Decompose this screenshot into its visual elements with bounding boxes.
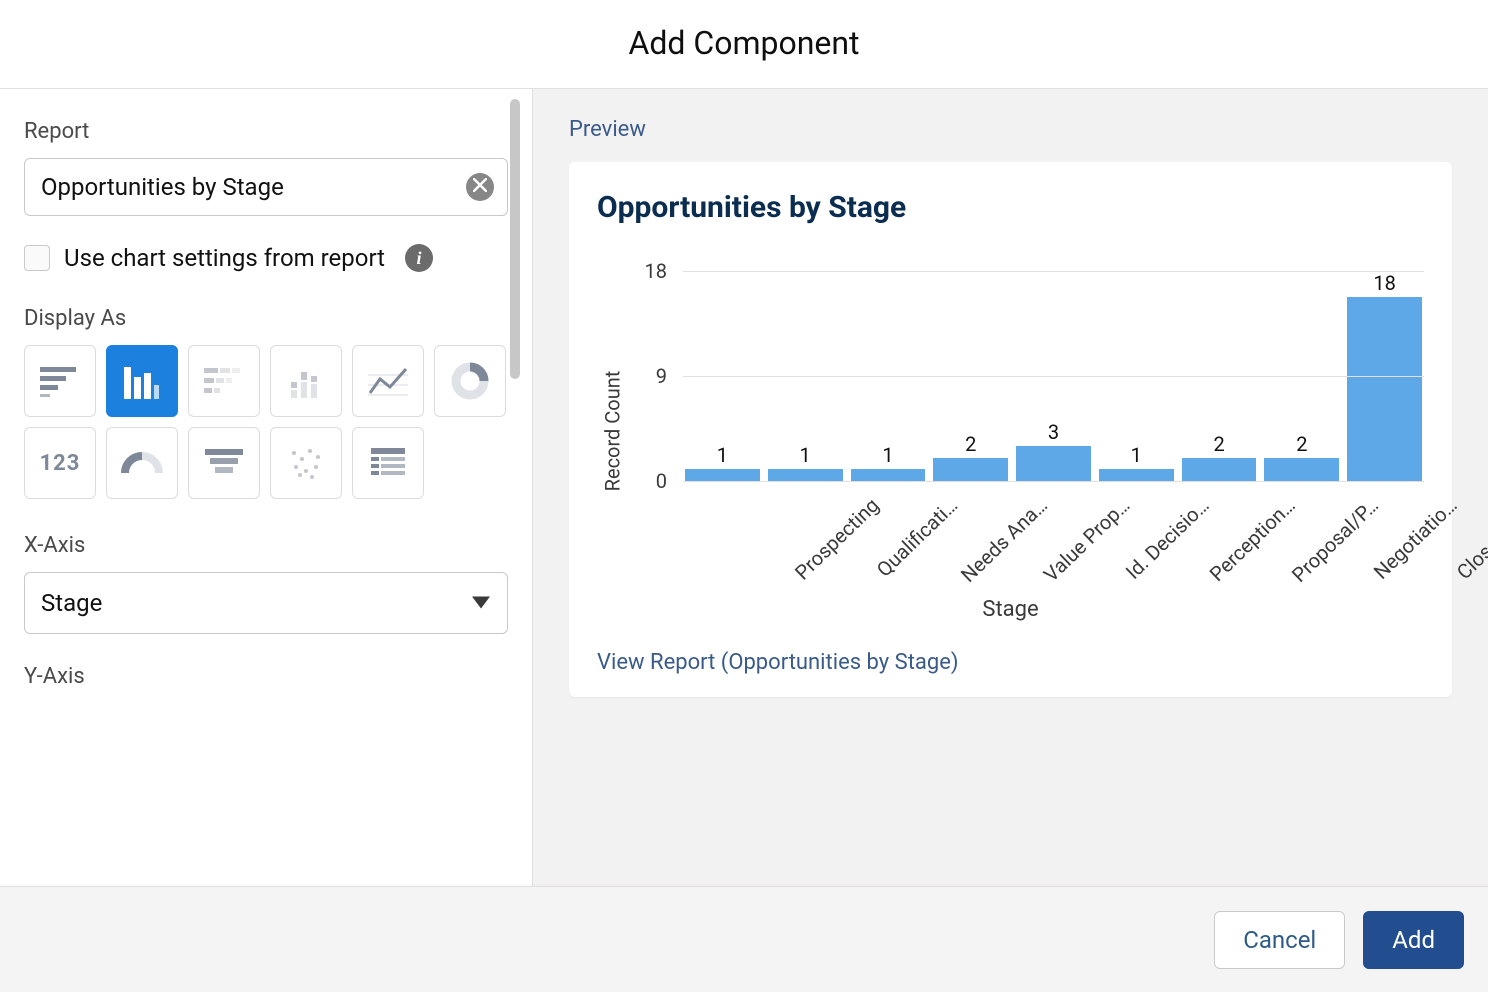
x-axis-value: Stage <box>41 589 102 617</box>
display-as-grid: 123 <box>24 345 508 499</box>
bar-value-label: 2 <box>965 432 976 456</box>
x-tick: Closed Won <box>1347 481 1422 591</box>
y-axis-ticks: 0918 <box>627 271 675 481</box>
view-report-link[interactable]: View Report (Opportunities by Stage) <box>597 650 959 675</box>
bar-value-label: 1 <box>800 443 811 467</box>
chart-type-funnel[interactable] <box>188 427 260 499</box>
vertical-bar-icon <box>124 363 160 399</box>
x-tick: Needs Ana… <box>851 481 926 591</box>
x-tick: Proposal/P… <box>1182 481 1257 591</box>
gridline <box>683 271 1424 272</box>
x-tick: Qualificati… <box>768 481 843 591</box>
gridline <box>683 376 1424 377</box>
bar <box>933 458 1008 481</box>
bar-value-label: 2 <box>1213 432 1224 456</box>
x-axis-title: Stage <box>597 597 1424 622</box>
config-panel: Report Use chart settings from report i … <box>0 89 532 886</box>
modal-title: Add Component <box>0 24 1488 62</box>
scrollbar[interactable] <box>510 99 520 379</box>
x-axis-select-wrap: Stage <box>24 572 508 634</box>
add-component-modal: Add Component Report Use chart settings … <box>0 0 1488 992</box>
bar <box>1099 469 1174 481</box>
report-input[interactable] <box>24 158 508 216</box>
bar-value-label: 1 <box>882 443 893 467</box>
chart-type-scatter[interactable] <box>270 427 342 499</box>
preview-card: Opportunities by Stage Record Count 0918… <box>569 162 1452 697</box>
chart-type-table[interactable] <box>352 427 424 499</box>
bar-value-label: 2 <box>1296 432 1307 456</box>
y-tick: 9 <box>656 364 667 388</box>
table-icon <box>371 448 405 478</box>
x-tick: Negotiatio… <box>1264 481 1339 591</box>
report-field <box>24 158 508 216</box>
chart-type-line[interactable] <box>352 345 424 417</box>
plot-area: 1 1 1 2 3 1 2 2 18 <box>683 271 1424 481</box>
funnel-icon <box>205 449 243 477</box>
x-axis-select[interactable]: Stage <box>24 572 508 634</box>
bar <box>1264 458 1339 481</box>
x-axis-label: X-Axis <box>24 533 508 558</box>
x-tick: Prospecting <box>685 481 760 591</box>
scatter-icon <box>288 445 324 481</box>
preview-panel: Preview Opportunities by Stage Record Co… <box>533 89 1488 886</box>
gauge-icon <box>121 449 163 477</box>
use-chart-settings-checkbox[interactable] <box>24 245 50 271</box>
chart-type-gauge[interactable] <box>106 427 178 499</box>
y-axis-title: Record Count <box>600 371 624 492</box>
y-tick: 0 <box>656 469 667 493</box>
display-as-label: Display As <box>24 306 508 331</box>
y-axis-label: Y-Axis <box>24 664 508 689</box>
bar <box>1182 458 1257 481</box>
report-label: Report <box>24 119 508 144</box>
bar <box>685 469 760 481</box>
chart-type-stacked-horizontal-bar[interactable] <box>188 345 260 417</box>
y-tick: 18 <box>645 259 667 283</box>
horizontal-bar-icon <box>40 365 80 397</box>
y-axis-label-wrap: Record Count <box>597 271 627 591</box>
bar-value-label: 1 <box>1131 443 1142 467</box>
stacked-vertical-bar-icon <box>289 364 323 398</box>
chart-body: 0918 1112312218 ProspectingQualificati…N… <box>627 271 1424 591</box>
preview-chart-title: Opportunities by Stage <box>597 190 1424 225</box>
bar-value-label: 3 <box>1048 420 1059 444</box>
modal-body: Report Use chart settings from report i … <box>0 89 1488 886</box>
bar <box>1016 446 1091 481</box>
bar <box>1347 297 1422 481</box>
x-tick: Perception… <box>1099 481 1174 591</box>
chart-type-horizontal-bar[interactable] <box>24 345 96 417</box>
chart-area: Record Count 0918 1 1 1 2 3 1 2 2 18 Prospecting… <box>597 271 1424 591</box>
add-button[interactable]: Add <box>1363 911 1464 969</box>
metric-icon: 123 <box>40 451 81 476</box>
use-chart-settings-label: Use chart settings from report <box>64 244 385 272</box>
chevron-down-icon <box>472 594 490 613</box>
x-tick: Value Prop… <box>933 481 1008 591</box>
modal-footer: Cancel Add <box>0 886 1488 992</box>
modal-header: Add Component <box>0 0 1488 89</box>
cancel-button[interactable]: Cancel <box>1214 911 1345 969</box>
x-tick: Id. Decisio… <box>1016 481 1091 591</box>
preview-label: Preview <box>569 117 1452 142</box>
bar <box>851 469 926 481</box>
chart-type-donut[interactable] <box>434 345 506 417</box>
use-chart-settings-row: Use chart settings from report i <box>24 244 508 272</box>
chart-type-metric[interactable]: 123 <box>24 427 96 499</box>
stacked-horizontal-bar-icon <box>204 366 244 396</box>
donut-chart-icon <box>450 361 490 401</box>
bar-value-label: 18 <box>1373 271 1395 295</box>
close-icon <box>473 178 487 196</box>
clear-report-button[interactable] <box>466 173 494 201</box>
bar <box>768 469 843 481</box>
bar-value-label: 1 <box>717 443 728 467</box>
chart-type-vertical-bar[interactable] <box>106 345 178 417</box>
chart-type-stacked-vertical-bar[interactable] <box>270 345 342 417</box>
x-axis-ticks: ProspectingQualificati…Needs Ana…Value P… <box>683 481 1424 591</box>
line-chart-icon <box>368 365 408 397</box>
info-icon[interactable]: i <box>405 244 433 272</box>
